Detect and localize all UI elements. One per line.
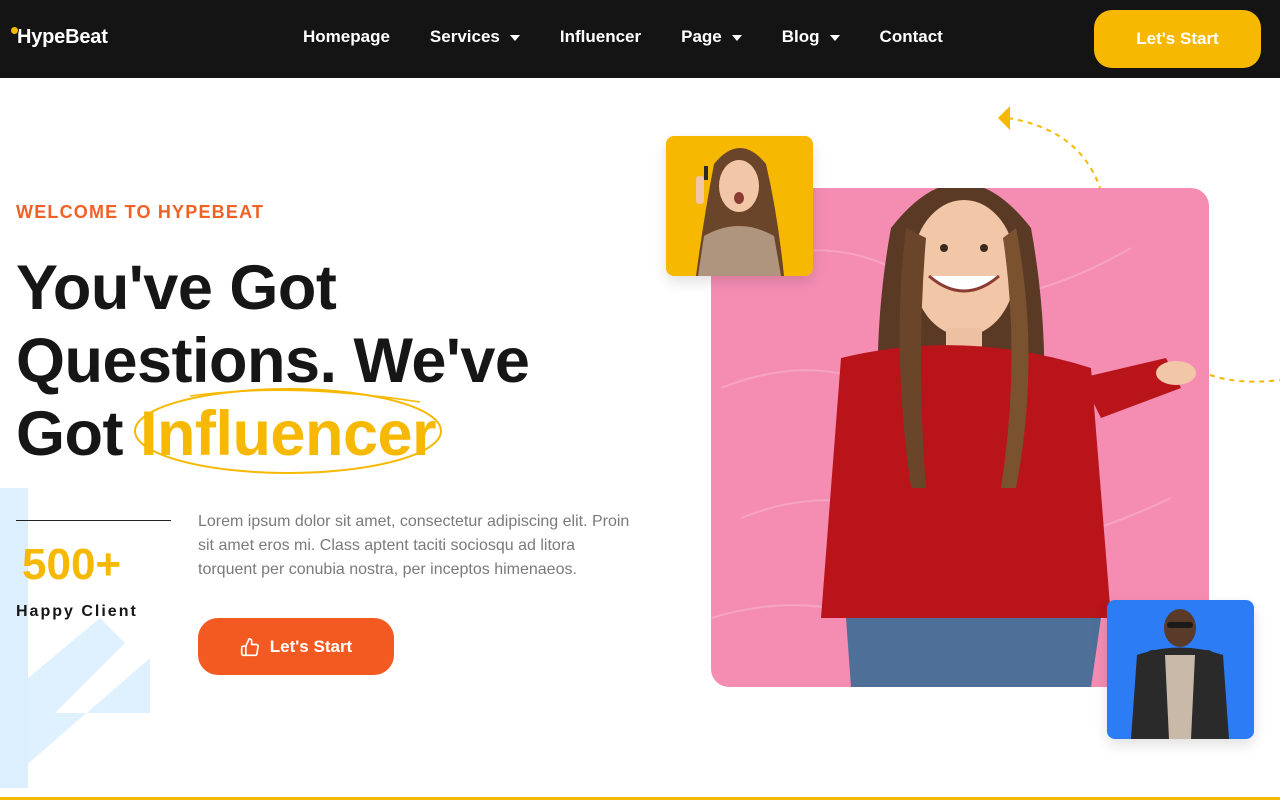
nav-item-label: Contact — [879, 27, 943, 46]
nav-item-contact[interactable]: Contact — [880, 27, 943, 47]
navbar: HypeBeat Homepage Services Influencer Pa… — [0, 0, 1280, 78]
main-nav: Homepage Services Influencer Page Blog C… — [303, 27, 943, 47]
hero-lets-start-button[interactable]: Let's Start — [198, 618, 394, 675]
hero-title-prefix: Got — [16, 399, 123, 469]
decorative-arrow-icon — [0, 488, 150, 788]
hero-description: Lorem ipsum dolor sit amet, consectetur … — [198, 513, 630, 578]
hero-title-highlight: Influencer — [139, 399, 437, 469]
thumbnail-card-bottom — [1107, 600, 1254, 739]
nav-item-label: Influencer — [559, 27, 642, 46]
hero-cta-label: Let's Start — [269, 636, 353, 656]
nav-item-label: Homepage — [303, 27, 390, 46]
hero-title-line: You've Got — [16, 253, 337, 323]
man-jacket-image — [1131, 609, 1229, 739]
highlight-wrap: Influencer — [133, 388, 442, 474]
nav-item-homepage[interactable]: Homepage — [303, 27, 390, 47]
hero-eyebrow: WELCOME TO HYPEBEAT — [16, 202, 265, 222]
stat-divider — [16, 520, 171, 521]
thumbnail-card-top — [666, 136, 813, 276]
logo-text: HypeBeat — [17, 26, 108, 48]
hero-title-line: Questions. We've — [16, 326, 530, 396]
stat-number: 500+ — [22, 540, 122, 589]
nav-item-services[interactable]: Services — [430, 27, 520, 47]
hero-title: You've Got Questions. We've Got Influenc… — [16, 252, 636, 474]
nav-item-blog[interactable]: Blog — [782, 27, 840, 47]
stat-label: Happy Client — [16, 603, 138, 620]
nav-item-page[interactable]: Page — [681, 27, 742, 47]
hero-title-line: Got Influencer — [16, 388, 636, 474]
thumbs-up-icon — [240, 637, 259, 656]
nav-item-label: Services — [429, 27, 500, 46]
nav-item-label: Blog — [781, 27, 820, 46]
woman-lipstick-image — [696, 148, 784, 276]
chevron-down-icon — [731, 35, 742, 41]
logo[interactable]: HypeBeat — [10, 26, 108, 49]
nav-item-influencer[interactable]: Influencer — [560, 27, 641, 47]
chevron-down-icon — [509, 35, 520, 41]
logo-dot-icon — [10, 26, 19, 35]
chevron-down-icon — [829, 35, 840, 41]
nav-item-label: Page — [681, 27, 722, 46]
nav-lets-start-button[interactable]: Let's Start — [1094, 10, 1261, 68]
